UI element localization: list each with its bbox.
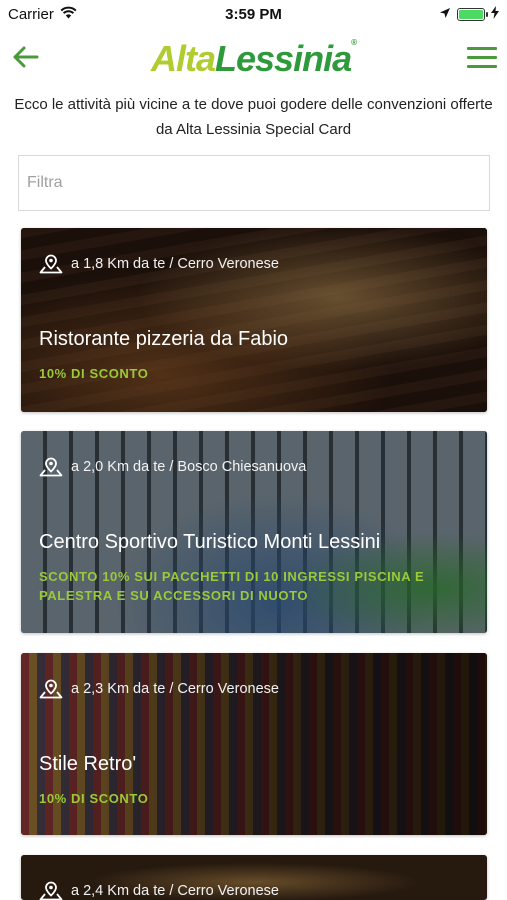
hamburger-menu-icon — [467, 46, 497, 50]
card-title: Centro Sportivo Turistico Monti Lessini — [39, 531, 381, 553]
map-pin-icon — [39, 457, 63, 477]
card-discount: 10% DI SCONTO — [39, 791, 149, 806]
card-title: Stile Retro' — [39, 753, 137, 775]
card-location: a 2,4 Km da te / Cerro Veronese — [39, 881, 279, 900]
card-location-text: a 1,8 Km da te / Cerro Veronese — [71, 256, 279, 272]
card-location-text: a 2,3 Km da te / Cerro Veronese — [71, 681, 279, 697]
status-time: 3:59 PM — [225, 5, 282, 23]
intro-text: Ecco le attività più vicine a te dove pu… — [14, 96, 493, 138]
card-location: a 2,0 Km da te / Bosco Chiesanuova — [39, 457, 306, 477]
activity-card[interactable]: a 1,8 Km da te / Cerro Veronese Ristoran… — [21, 228, 487, 412]
filter-field[interactable] — [18, 155, 490, 211]
activity-card[interactable]: a 2,4 Km da te / Cerro Veronese — [21, 855, 487, 900]
logo-registered-mark: ® — [351, 38, 357, 47]
card-location: a 1,8 Km da te / Cerro Veronese — [39, 254, 279, 274]
menu-button[interactable] — [467, 42, 497, 72]
activity-card[interactable]: a 2,3 Km da te / Cerro Veronese Stile Re… — [21, 653, 487, 835]
app-logo: AltaLessinia® — [0, 38, 507, 80]
logo-alta-text: Alta — [151, 38, 216, 79]
card-discount: SCONTO 10% SUI PACCHETTI DI 10 INGRESSI … — [39, 569, 425, 603]
battery-level — [459, 9, 483, 19]
map-pin-icon — [39, 881, 63, 900]
card-location: a 2,3 Km da te / Cerro Veronese — [39, 679, 279, 699]
status-bar: Carrier 3:59 PM — [0, 0, 507, 28]
nav-bar: AltaLessinia® — [0, 30, 507, 86]
filter-input[interactable] — [19, 156, 489, 210]
card-location-text: a 2,0 Km da te / Bosco Chiesanuova — [71, 459, 307, 475]
battery-icon — [457, 7, 488, 21]
map-pin-icon — [39, 254, 63, 274]
card-title: Ristorante pizzeria da Fabio — [39, 328, 289, 350]
logo-lessinia-text: Lessinia — [215, 38, 352, 79]
map-pin-icon — [39, 679, 63, 699]
card-discount: 10% DI SCONTO — [39, 366, 149, 381]
card-location-text: a 2,4 Km da te / Cerro Veronese — [71, 883, 279, 899]
activity-card[interactable]: a 2,0 Km da te / Bosco Chiesanuova Centr… — [21, 431, 487, 633]
